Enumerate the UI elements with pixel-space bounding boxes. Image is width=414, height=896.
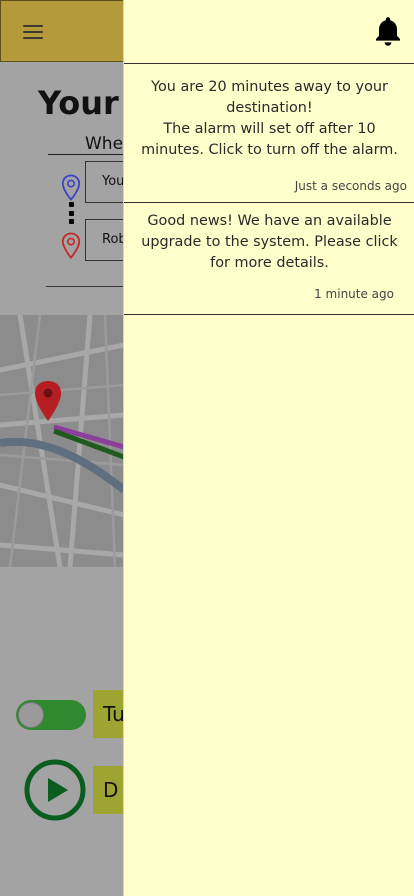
hamburger-icon[interactable] [21, 23, 45, 41]
notification-text: Good news! We have an available upgrade … [141, 213, 398, 271]
notification-time: 1 minute ago [314, 287, 394, 301]
drawer-header [124, 0, 414, 64]
notification-item[interactable]: Good news! We have an available upgrade … [124, 203, 414, 315]
play-icon[interactable] [23, 758, 87, 822]
location-pin-icon [61, 232, 81, 260]
route-dots [69, 202, 74, 224]
toggle-knob [18, 702, 44, 728]
notification-time: Just a seconds ago [294, 179, 407, 193]
bell-icon[interactable] [373, 15, 403, 47]
notification-item[interactable]: You are 20 minutes away to your destinat… [124, 64, 414, 203]
route-map[interactable] [0, 315, 124, 567]
location-pin-icon [61, 174, 81, 202]
notification-drawer: You are 20 minutes away to your destinat… [123, 0, 414, 896]
notification-text: You are 20 minutes away to your destinat… [141, 79, 398, 158]
alarm-toggle[interactable] [16, 700, 86, 730]
